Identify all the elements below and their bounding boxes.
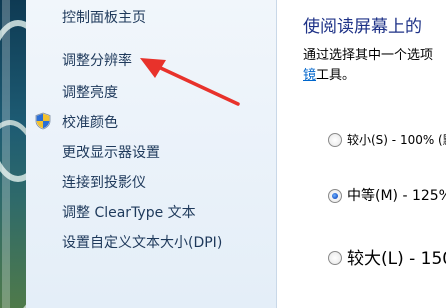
description-line-1: 通过选择其中一个选项 xyxy=(303,48,434,63)
description-line-2-text: 工具。 xyxy=(316,68,356,83)
nav-adjust-brightness[interactable]: 调整亮度 xyxy=(62,82,118,102)
nav-change-display-settings[interactable]: 更改显示器设置 xyxy=(62,142,160,162)
option-medium-label[interactable]: 中等(M) - 125% xyxy=(347,185,446,205)
nav-adjust-resolution[interactable]: 调整分辨率 xyxy=(62,50,132,70)
option-smaller-label[interactable]: 较小(S) - 100% (默认 xyxy=(347,131,446,148)
nav-control-panel-home[interactable]: 控制面板主页 xyxy=(62,7,146,27)
shield-icon xyxy=(35,112,51,130)
radio-larger[interactable] xyxy=(328,251,342,265)
page-title: 使阅读屏幕上的 xyxy=(303,17,422,37)
desktop-background-strip xyxy=(0,0,26,308)
radio-smaller[interactable] xyxy=(328,133,342,147)
nav-connect-projector[interactable]: 连接到投影仪 xyxy=(62,172,146,192)
main-pane: 使阅读屏幕上的 通过选择其中一个选项 镜工具。 较小(S) - 100% (默认… xyxy=(277,0,446,308)
description-line-2: 镜工具。 xyxy=(303,64,355,83)
nav-adjust-cleartype[interactable]: 调整 ClearType 文本 xyxy=(62,202,196,222)
option-larger-label[interactable]: 较大(L) - 150 xyxy=(347,244,446,269)
navigation-pane: 控制面板主页 调整分辨率 调整亮度 校准颜色 更改显示器设置 连接到投影仪 调整… xyxy=(26,0,276,308)
nav-calibrate-color[interactable]: 校准颜色 xyxy=(62,112,118,132)
radio-medium[interactable] xyxy=(328,189,342,203)
nav-custom-text-size[interactable]: 设置自定义文本大小(DPI) xyxy=(62,232,222,252)
magnifier-link[interactable]: 镜 xyxy=(303,68,316,83)
